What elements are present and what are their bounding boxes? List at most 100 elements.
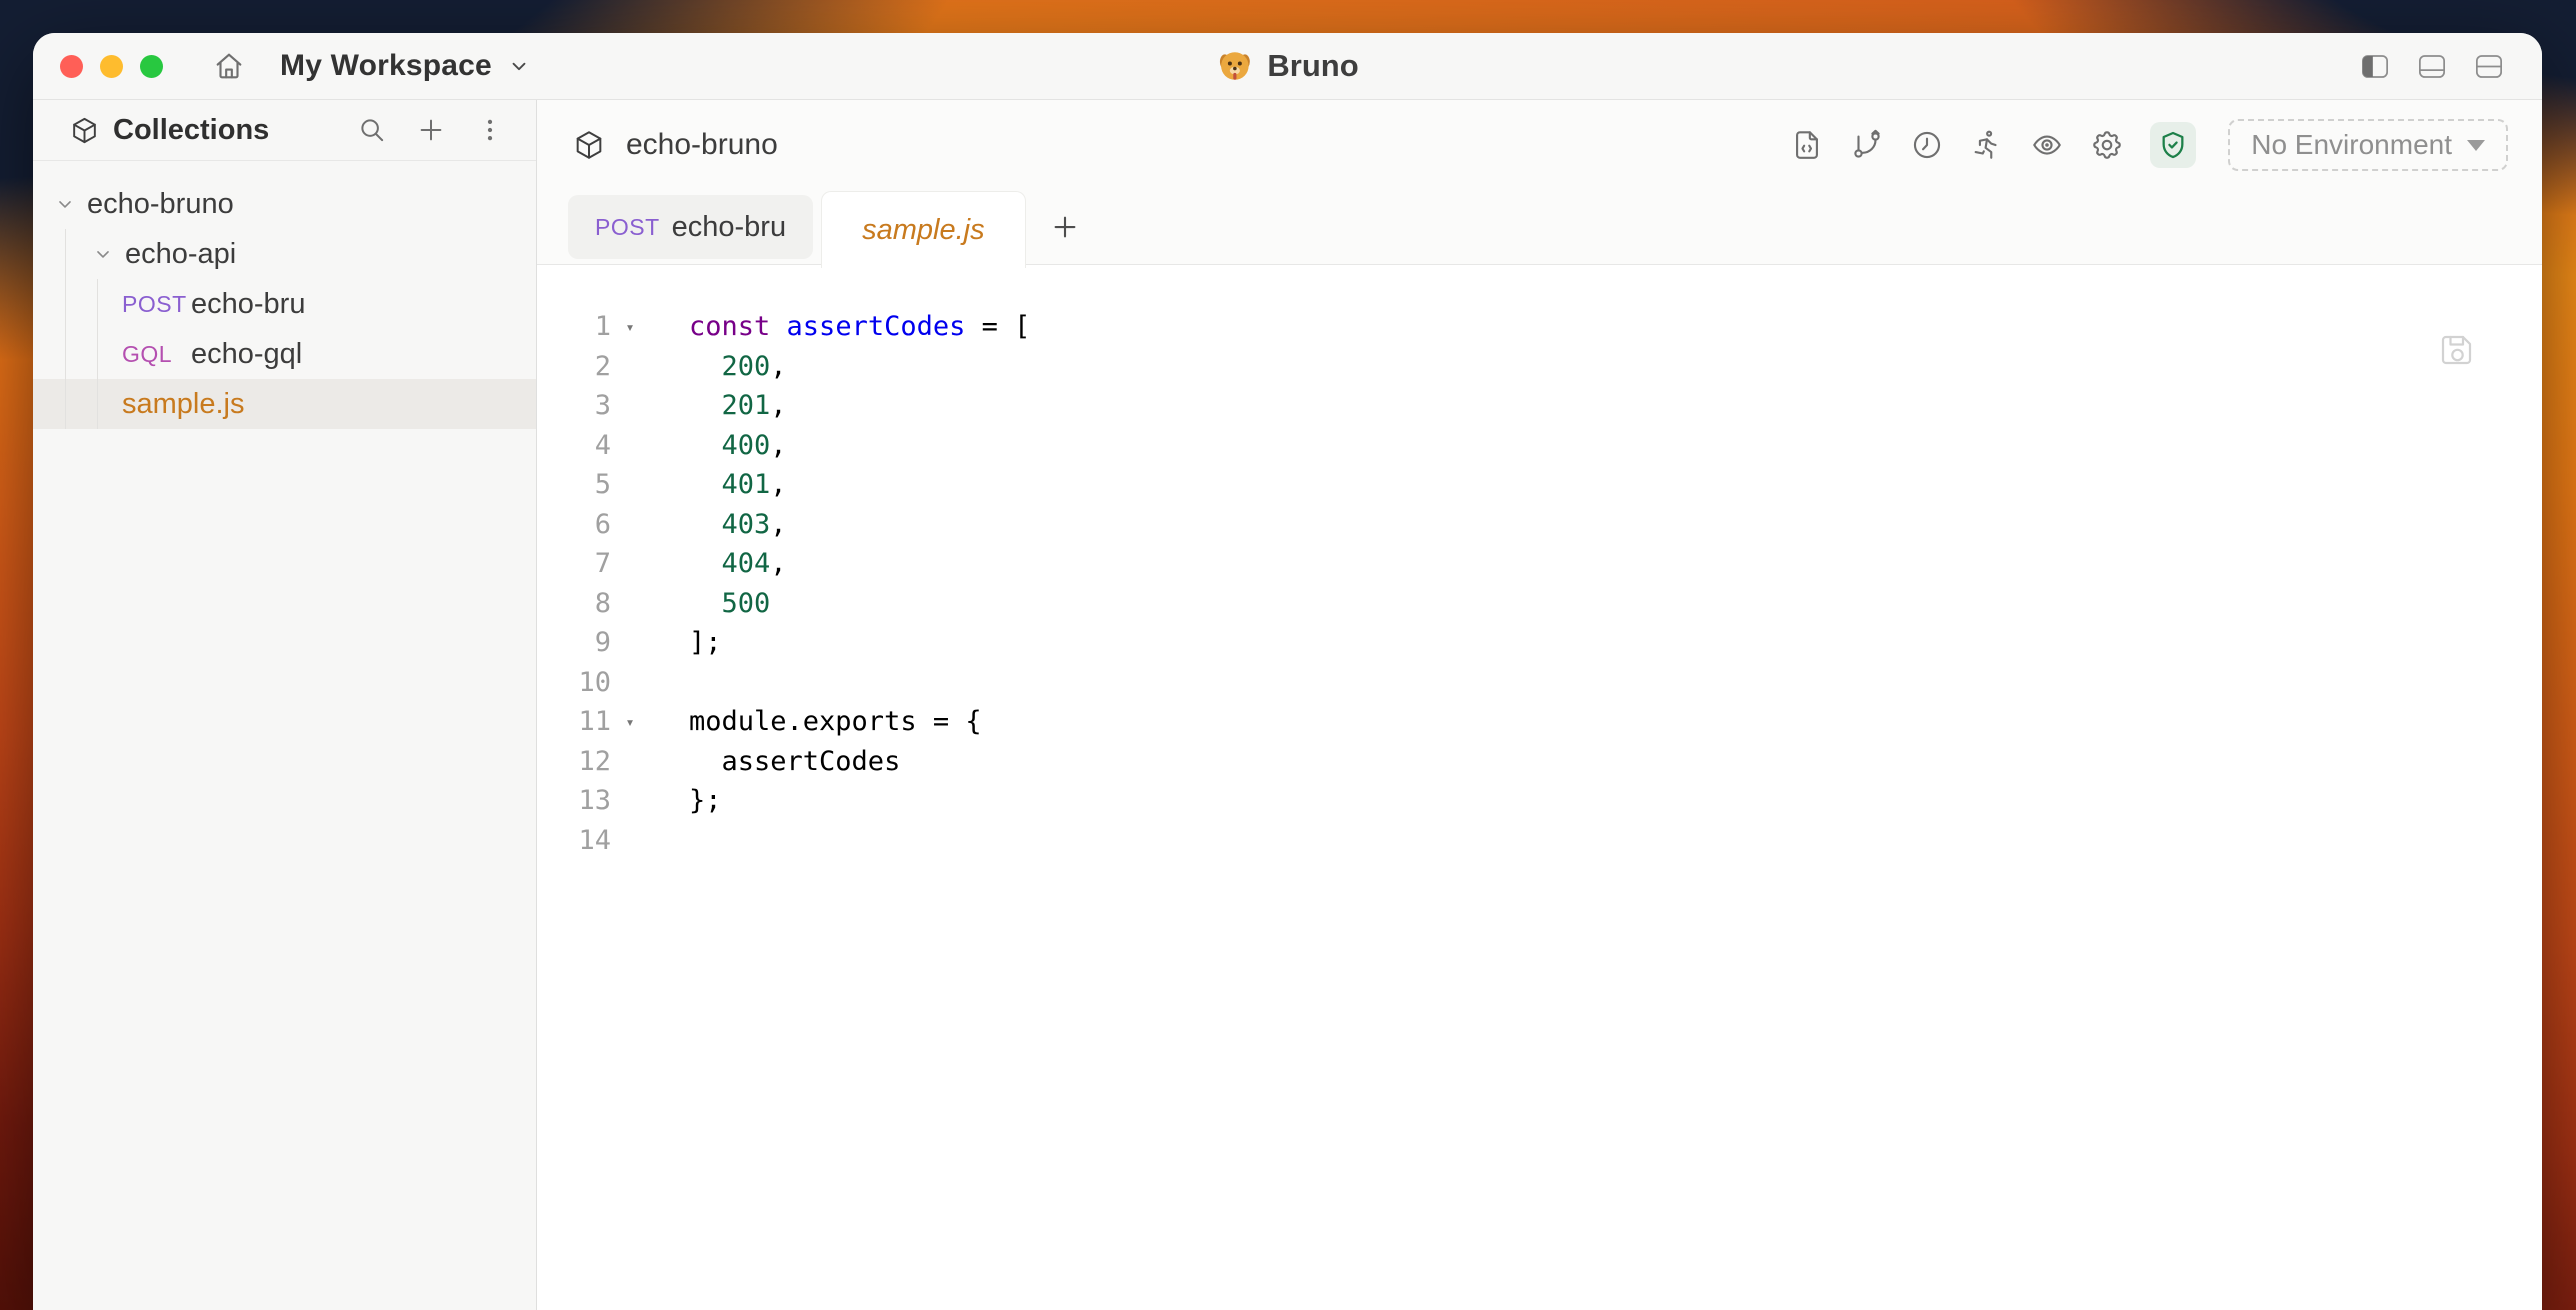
code-editor[interactable]: 1▾const assertCodes = [2 200,3 201,4 400… bbox=[537, 265, 2542, 1310]
line-number: 6 bbox=[537, 505, 611, 545]
code-line[interactable]: 7 404, bbox=[537, 544, 2542, 584]
collections-header: Collections bbox=[33, 100, 536, 161]
tree-item-folder[interactable]: echo-api bbox=[33, 229, 536, 279]
save-disk-icon[interactable] bbox=[2438, 331, 2476, 369]
line-number: 9 bbox=[537, 623, 611, 663]
code-line[interactable]: 1▾ const assertCodes = [ bbox=[537, 307, 2542, 347]
line-number: 4 bbox=[537, 426, 611, 466]
method-badge: GQL bbox=[122, 341, 191, 368]
search-icon[interactable] bbox=[357, 115, 387, 145]
code-line[interactable]: 9]; bbox=[537, 623, 2542, 663]
split-bottom-icon[interactable] bbox=[2419, 55, 2445, 78]
code-line[interactable]: 4 400, bbox=[537, 426, 2542, 466]
tab-label: sample.js bbox=[862, 214, 985, 247]
fold-spacer bbox=[611, 663, 649, 703]
tab-request-echo-bru[interactable]: POST echo-bru bbox=[568, 195, 813, 259]
code-line[interactable]: 3 201, bbox=[537, 386, 2542, 426]
file-code-icon[interactable] bbox=[1790, 128, 1824, 162]
tree-item-request[interactable]: GQL echo-gql bbox=[33, 329, 536, 379]
traffic-lights bbox=[60, 55, 163, 78]
add-collection-icon[interactable] bbox=[416, 115, 446, 145]
chevron-down-icon bbox=[508, 55, 530, 77]
code-text: 201, bbox=[689, 386, 787, 426]
fold-arrow-icon[interactable]: ▾ bbox=[611, 702, 649, 742]
code-text: 403, bbox=[689, 505, 787, 545]
caret-down-icon bbox=[2467, 140, 2485, 151]
shield-check-icon bbox=[2157, 129, 2189, 161]
fold-spacer bbox=[611, 544, 649, 584]
code-lines: 1▾const assertCodes = [2 200,3 201,4 400… bbox=[537, 307, 2542, 860]
fold-spacer bbox=[611, 821, 649, 861]
collections-title: Collections bbox=[113, 114, 269, 147]
code-line[interactable]: 12 assertCodes bbox=[537, 742, 2542, 782]
collections-box-icon bbox=[69, 115, 100, 146]
security-shield-badge[interactable] bbox=[2150, 122, 2196, 168]
fold-spacer bbox=[611, 505, 649, 545]
fold-arrow-icon[interactable]: ▾ bbox=[611, 307, 649, 347]
split-half-icon[interactable] bbox=[2476, 55, 2502, 78]
code-line[interactable]: 8 500 bbox=[537, 584, 2542, 624]
code-text: 401, bbox=[689, 465, 787, 505]
collection-header: echo-bruno bbox=[537, 100, 2542, 190]
minimize-window-button[interactable] bbox=[100, 55, 123, 78]
code-line[interactable]: 2 200, bbox=[537, 347, 2542, 387]
line-number: 13 bbox=[537, 781, 611, 821]
workspace-selector[interactable]: My Workspace bbox=[280, 49, 530, 83]
code-text: ]; bbox=[689, 623, 722, 663]
sidebar: Collections bbox=[33, 100, 537, 1310]
eye-icon[interactable] bbox=[2030, 128, 2064, 162]
code-line[interactable]: 13}; bbox=[537, 781, 2542, 821]
home-icon[interactable] bbox=[212, 49, 246, 83]
runner-icon[interactable] bbox=[1970, 128, 2004, 162]
git-branch-icon[interactable] bbox=[1850, 128, 1884, 162]
zoom-window-button[interactable] bbox=[140, 55, 163, 78]
collection-title: echo-bruno bbox=[626, 128, 778, 162]
line-number: 7 bbox=[537, 544, 611, 584]
tree-item-collection[interactable]: echo-bruno bbox=[33, 179, 536, 229]
tree-item-label: echo-api bbox=[125, 238, 236, 271]
history-clock-icon[interactable] bbox=[1910, 128, 1944, 162]
collection-box-icon bbox=[572, 128, 606, 162]
environment-selector[interactable]: No Environment bbox=[2228, 119, 2508, 171]
line-number: 12 bbox=[537, 742, 611, 782]
tree-item-file-selected[interactable]: sample.js bbox=[33, 379, 536, 429]
code-text: 404, bbox=[689, 544, 787, 584]
kebab-menu-icon[interactable] bbox=[475, 115, 505, 145]
code-line[interactable]: 6 403, bbox=[537, 505, 2542, 545]
settings-gear-icon[interactable] bbox=[2090, 128, 2124, 162]
code-line[interactable]: 10 bbox=[537, 663, 2542, 703]
method-badge: POST bbox=[595, 214, 660, 241]
new-tab-button[interactable] bbox=[1050, 212, 1080, 242]
code-line[interactable]: 5 401, bbox=[537, 465, 2542, 505]
line-number: 11 bbox=[537, 702, 611, 742]
code-line[interactable]: 14 bbox=[537, 821, 2542, 861]
tree-indent-guide bbox=[97, 279, 98, 429]
tree-item-label: echo-bruno bbox=[87, 188, 234, 221]
chevron-down-icon[interactable] bbox=[93, 244, 113, 264]
workspace-label: My Workspace bbox=[280, 49, 492, 83]
app-name: Bruno bbox=[1267, 48, 1358, 84]
fold-spacer bbox=[611, 426, 649, 466]
code-text: const assertCodes = [ bbox=[689, 307, 1030, 347]
code-text: 200, bbox=[689, 347, 787, 387]
fold-spacer bbox=[611, 623, 649, 663]
line-number: 3 bbox=[537, 386, 611, 426]
code-line[interactable]: 11▾module.exports = { bbox=[537, 702, 2542, 742]
tab-label: echo-bru bbox=[672, 211, 786, 244]
code-text: 400, bbox=[689, 426, 787, 466]
line-number: 5 bbox=[537, 465, 611, 505]
line-number: 1 bbox=[537, 307, 611, 347]
tree-item-label: echo-gql bbox=[191, 338, 302, 371]
tab-sample-js-active[interactable]: sample.js bbox=[821, 191, 1026, 268]
fold-spacer bbox=[611, 347, 649, 387]
fold-spacer bbox=[611, 386, 649, 426]
method-badge: POST bbox=[122, 291, 191, 318]
close-window-button[interactable] bbox=[60, 55, 83, 78]
tree-item-label: sample.js bbox=[122, 388, 245, 421]
sidebar-toggle-icon[interactable] bbox=[2362, 55, 2388, 78]
chevron-down-icon[interactable] bbox=[55, 194, 75, 214]
code-text: }; bbox=[689, 781, 722, 821]
collections-tree: echo-bruno echo-api POST echo-bru GQL ec… bbox=[33, 161, 536, 429]
tree-item-request[interactable]: POST echo-bru bbox=[33, 279, 536, 329]
line-number: 14 bbox=[537, 821, 611, 861]
